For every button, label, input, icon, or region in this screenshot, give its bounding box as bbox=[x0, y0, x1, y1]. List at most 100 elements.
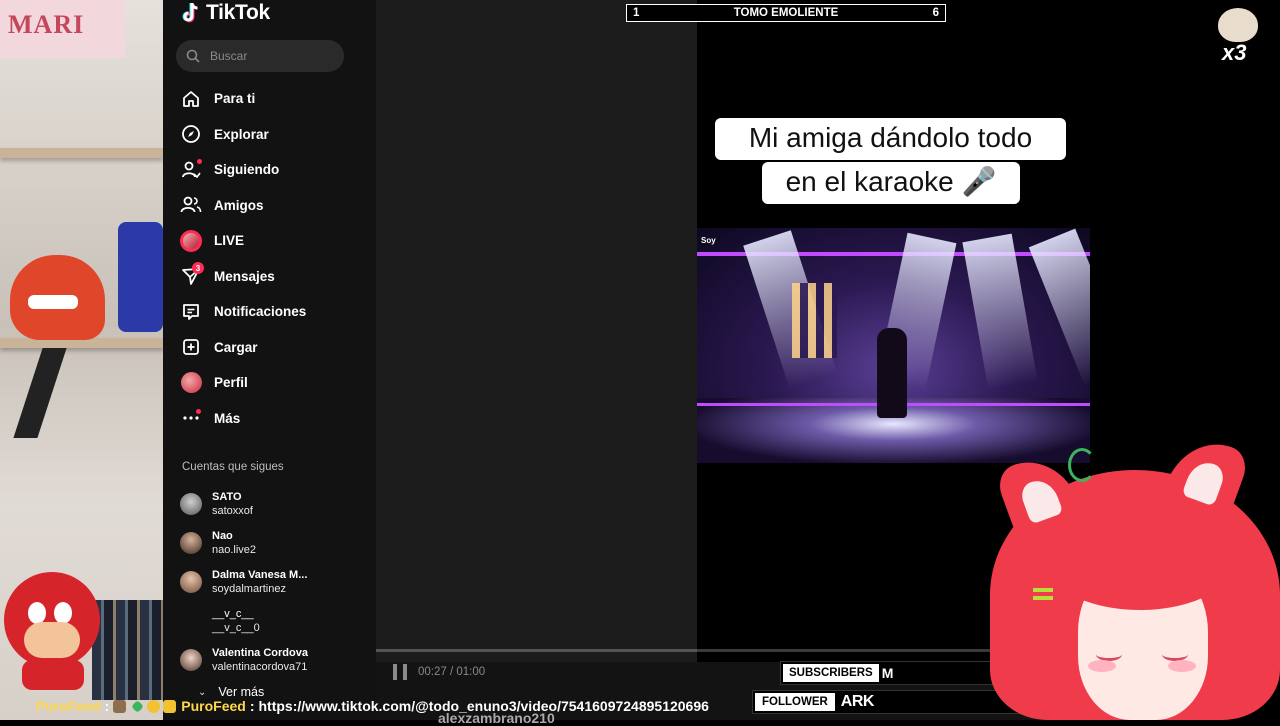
avatar bbox=[180, 609, 202, 632]
live-avatar-icon bbox=[180, 229, 202, 252]
counter-right: 6 bbox=[932, 7, 939, 19]
hair-sprout bbox=[1068, 448, 1096, 482]
following-account-vc[interactable]: __v_c__ __v_c__0 bbox=[180, 601, 370, 640]
profile-avatar-icon bbox=[180, 372, 202, 394]
pause-button[interactable] bbox=[393, 664, 407, 680]
video-progress-fill bbox=[376, 649, 698, 652]
upload-icon bbox=[180, 336, 202, 358]
main-nav: Para ti Explorar Siguiendo Amigos LIVE 3… bbox=[180, 81, 370, 436]
knuckles-character bbox=[4, 572, 100, 690]
account-username: __v_c__0 bbox=[212, 621, 260, 634]
avatar bbox=[180, 492, 202, 515]
stage-scene: Soy bbox=[697, 228, 1090, 463]
caption-line-2: en el karaoke 🎤 bbox=[762, 162, 1020, 204]
level-badge-icon bbox=[147, 699, 161, 713]
poster-text: MARI bbox=[8, 10, 85, 39]
compass-icon bbox=[180, 123, 202, 145]
cat-face-icon bbox=[1218, 8, 1258, 42]
subscribers-label: SUBSCRIBERS bbox=[783, 664, 879, 682]
search-bar[interactable] bbox=[176, 40, 344, 72]
account-name: Nao bbox=[212, 529, 233, 542]
search-input[interactable] bbox=[208, 48, 332, 64]
spotlight-beam bbox=[1028, 228, 1090, 387]
tiktok-sidebar: TikTok Para ti Explorar Siguiendo bbox=[163, 0, 376, 720]
webcam-background: MARI bbox=[0, 0, 163, 720]
account-username: valentinacordova71 bbox=[212, 660, 308, 673]
nav-label: Más bbox=[214, 410, 241, 426]
counter-left: 1 bbox=[633, 7, 640, 19]
tiktok-logo[interactable]: TikTok bbox=[181, 0, 270, 26]
following-account-valentina[interactable]: Valentina Cordova valentinacordova71 bbox=[180, 640, 370, 679]
light-wall bbox=[792, 283, 837, 358]
nav-label: Mensajes bbox=[214, 268, 275, 284]
stream-counter-bar: 1 TOMO EMOLIENTE 6 bbox=[626, 4, 946, 22]
account-username: nao.live2 bbox=[212, 543, 257, 556]
diamond-icon bbox=[131, 699, 145, 713]
nav-label: Cargar bbox=[214, 339, 258, 355]
account-name: Valentina Cordova bbox=[212, 646, 308, 659]
cat-emote: x3 bbox=[1212, 2, 1264, 65]
following-account-dalma[interactable]: Dalma Vanesa M... soydalmartinez bbox=[180, 562, 370, 601]
messages-badge: 3 bbox=[192, 262, 204, 275]
following-list: SATO satoxxof Nao nao.live2 Dalma Vanesa… bbox=[180, 484, 370, 679]
caption-line-1: Mi amiga dándolo todo bbox=[715, 118, 1066, 160]
video-background-area bbox=[376, 0, 697, 662]
bookshelf bbox=[92, 600, 163, 700]
chat-separator: : bbox=[249, 698, 255, 714]
nav-item-live[interactable]: LIVE bbox=[180, 223, 370, 259]
chat-message: https://www.tiktok.com/@todo_enuno3/vide… bbox=[258, 698, 709, 714]
time-display: 00:27 / 01:00 bbox=[418, 666, 486, 678]
spotlight-beam bbox=[962, 233, 1038, 391]
hair-clip bbox=[1033, 588, 1053, 592]
avatar bbox=[180, 570, 202, 593]
friends-icon bbox=[180, 194, 202, 216]
account-name: SATO bbox=[212, 490, 242, 503]
wall-poster: MARI bbox=[0, 0, 125, 58]
notifications-icon bbox=[180, 301, 202, 323]
blue-robot-figure bbox=[118, 222, 163, 332]
home-icon bbox=[180, 88, 202, 110]
nav-label: LIVE bbox=[214, 233, 245, 249]
account-name: __v_c__ bbox=[212, 607, 254, 620]
nav-item-mas[interactable]: Más bbox=[180, 401, 370, 437]
following-section-title: Cuentas que sigues bbox=[182, 461, 284, 473]
nav-label: Amigos bbox=[214, 197, 264, 213]
chat-ticker: PuroFeed : PuroFeed : https://www.tiktok… bbox=[0, 696, 1280, 716]
nav-item-notificaciones[interactable]: Notificaciones bbox=[180, 294, 370, 330]
subscribers-value: M bbox=[881, 665, 894, 681]
avatar bbox=[180, 531, 202, 554]
account-username: satoxxof bbox=[212, 504, 253, 517]
nav-item-siguiendo[interactable]: Siguiendo bbox=[180, 152, 370, 188]
nav-item-mensajes[interactable]: 3 Mensajes bbox=[180, 259, 370, 295]
nav-label: Notificaciones bbox=[214, 304, 307, 320]
more-icon bbox=[180, 407, 202, 429]
nav-item-para-ti[interactable]: Para ti bbox=[180, 81, 370, 117]
channel-tag: Soy bbox=[701, 236, 716, 245]
avatar bbox=[180, 648, 202, 671]
nav-item-explorar[interactable]: Explorar bbox=[180, 117, 370, 153]
chat-emote-icon bbox=[113, 699, 127, 713]
nav-label: Perfil bbox=[214, 375, 248, 391]
account-username: soydalmartinez bbox=[212, 582, 286, 595]
red-helmet-figure bbox=[10, 255, 105, 340]
nav-label: Para ti bbox=[214, 91, 256, 107]
nav-label: Siguiendo bbox=[214, 162, 280, 178]
chat-separator: : bbox=[104, 698, 110, 714]
new-content-dot bbox=[197, 158, 202, 164]
nav-item-amigos[interactable]: Amigos bbox=[180, 188, 370, 224]
nav-item-cargar[interactable]: Cargar bbox=[180, 330, 370, 366]
vtuber-avatar bbox=[980, 430, 1280, 720]
emote-multiplier: x3 bbox=[1222, 40, 1247, 65]
chat-emote-icon bbox=[163, 699, 177, 713]
search-icon bbox=[186, 49, 200, 63]
following-icon bbox=[180, 158, 202, 181]
messages-icon: 3 bbox=[180, 262, 204, 287]
performer-figure bbox=[877, 328, 907, 418]
tiktok-note-icon bbox=[181, 2, 201, 24]
shelf-top bbox=[0, 148, 163, 158]
nav-label: Explorar bbox=[214, 126, 269, 142]
following-account-nao[interactable]: Nao nao.live2 bbox=[180, 523, 370, 562]
following-account-sato[interactable]: SATO satoxxof bbox=[180, 484, 370, 523]
nav-item-perfil[interactable]: Perfil bbox=[180, 365, 370, 401]
playback-controls: 00:27 / 01:00 bbox=[393, 664, 485, 680]
